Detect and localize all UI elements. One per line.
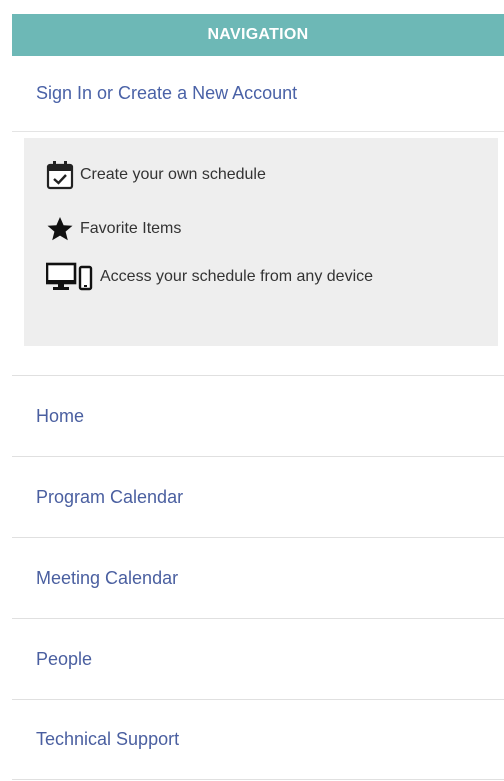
menu-item-label: Technical Support	[36, 729, 180, 749]
menu-item-people[interactable]: People	[12, 618, 504, 699]
benefit-favorites: Favorite Items	[46, 204, 478, 254]
account-benefits-box: Create your own schedule Favorite Items	[24, 138, 498, 346]
menu-item-label: Home	[36, 405, 85, 426]
navigation-title: NAVIGATION	[207, 26, 309, 43]
menu-item-technical-support[interactable]: Technical Support	[12, 699, 504, 780]
signin-link[interactable]: Sign In or Create a New Account	[36, 83, 297, 104]
menu-item-label: Meeting Calendar	[36, 567, 179, 588]
benefit-schedule-text: Create your own schedule	[80, 166, 266, 183]
navigation-panel: NAVIGATION Sign In or Create a New Accou…	[0, 0, 504, 781]
calendar-check-icon	[46, 160, 74, 190]
menu-item-home[interactable]: Home	[12, 375, 504, 456]
benefit-devices: Access your schedule from any device	[46, 262, 478, 292]
devices-icon	[46, 262, 94, 292]
benefit-devices-text: Access your schedule from any device	[100, 268, 374, 286]
menu-item-label: People	[36, 648, 93, 669]
menu-item-meeting-calendar[interactable]: Meeting Calendar	[12, 537, 504, 618]
navigation-header: NAVIGATION	[12, 14, 504, 56]
menu-item-program-calendar[interactable]: Program Calendar	[12, 456, 504, 537]
star-icon	[46, 215, 74, 243]
benefit-schedule: Create your own schedule	[46, 150, 478, 200]
benefit-favorites-text: Favorite Items	[80, 220, 182, 237]
menu-item-label: Program Calendar	[36, 486, 184, 507]
signin-row: Sign In or Create a New Account	[12, 56, 504, 132]
main-menu: Home Program Calendar Meeting Calendar P…	[12, 375, 504, 780]
